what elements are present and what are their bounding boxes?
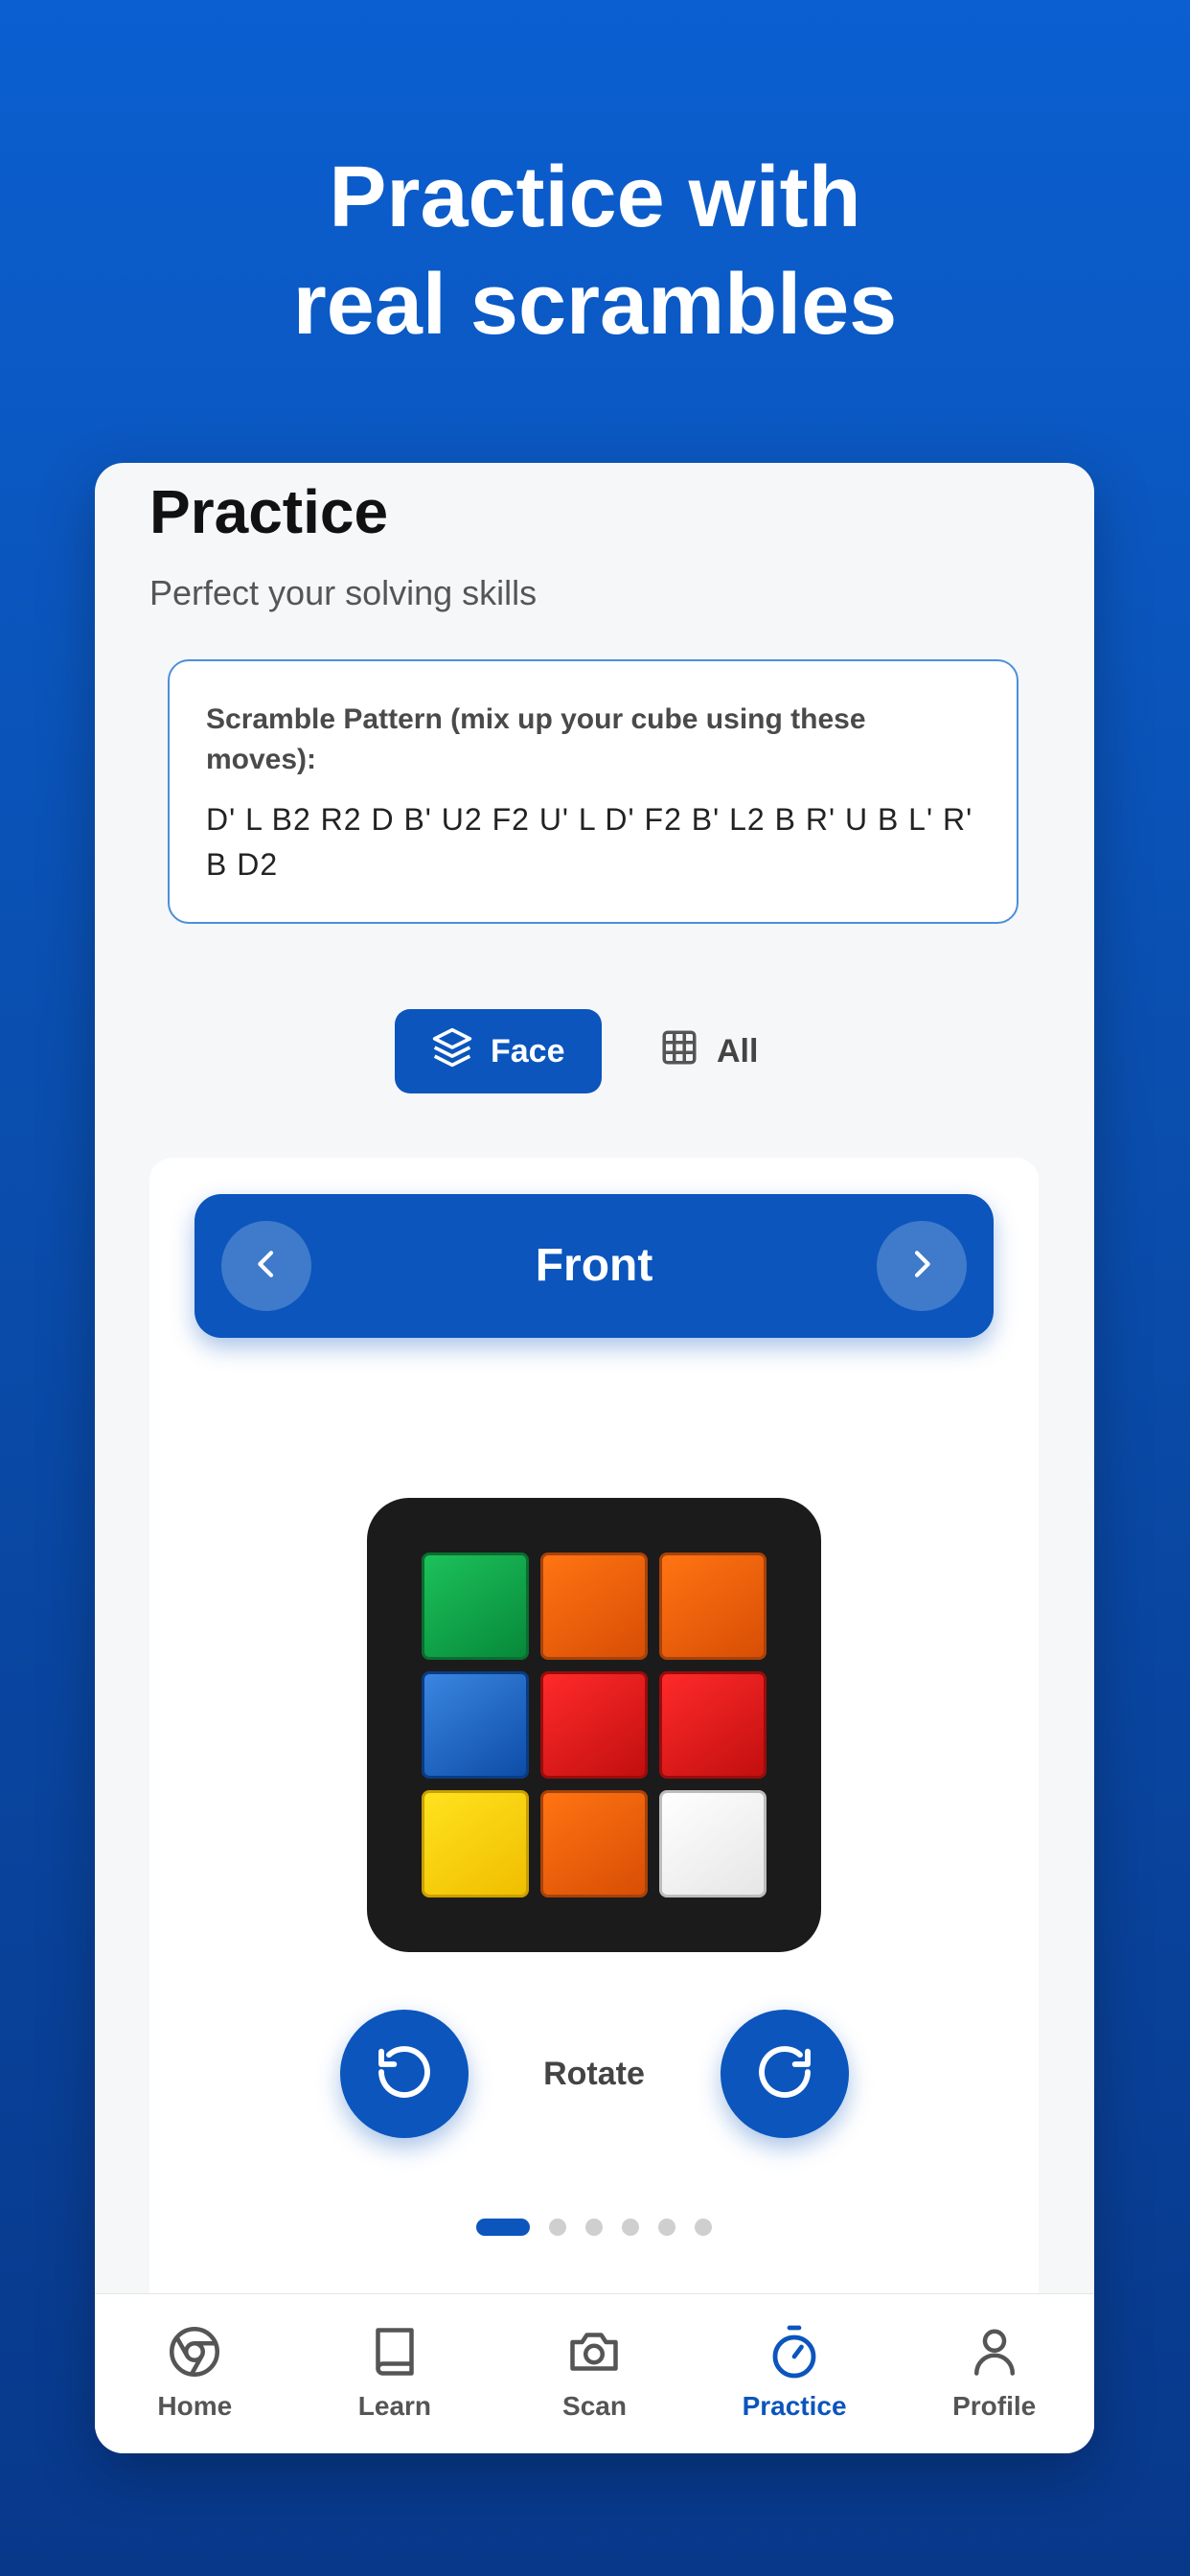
cube-sticker-orange[interactable] [540,1790,648,1898]
page-title: Practice [149,477,389,546]
chevron-right-icon [903,1245,941,1288]
face-header: Front [195,1194,994,1338]
page-subtitle: Perfect your solving skills [149,573,538,612]
headline-line-2: real scrambles [292,257,898,353]
grid-icon [659,1027,699,1076]
rotate-clockwise-button[interactable] [721,2010,849,2138]
all-view-button[interactable]: All [640,1009,777,1093]
cube-sticker-red[interactable] [659,1671,767,1779]
rotate-label: Rotate [543,2056,645,2092]
next-face-button[interactable] [877,1221,967,1311]
timer-icon [766,2323,823,2385]
page-dot[interactable] [695,2219,712,2236]
view-toggle: Face All [395,1009,777,1093]
cube-sticker-white[interactable] [659,1790,767,1898]
tab-learn[interactable]: Learn [295,2294,495,2453]
cube-face[interactable] [367,1498,821,1952]
headline: Practice with real scrambles [0,144,1190,358]
cube-sticker-blue[interactable] [422,1671,529,1779]
scramble-moves: D' L B2 R2 D B' U2 F2 U' L D' F2 B' L2 B… [206,802,973,882]
tab-bar: Home Learn Scan Practice Profile [95,2293,1094,2453]
scramble-card: Scramble Pattern (mix up your cube using… [168,659,1018,924]
tab-scan-label: Scan [562,2391,627,2421]
cube-sticker-red[interactable] [540,1671,648,1779]
page-indicator [149,2219,1039,2236]
cube-sticker-orange[interactable] [659,1552,767,1660]
face-view-button[interactable]: Face [395,1009,602,1093]
page-dot[interactable] [622,2219,639,2236]
tab-scan[interactable]: Scan [494,2294,695,2453]
face-view-label: Face [491,1032,565,1070]
page-dot[interactable] [585,2219,603,2236]
page-dot[interactable] [549,2219,566,2236]
headline-line-1: Practice with [329,150,861,245]
face-title: Front [535,1240,653,1291]
tab-profile-label: Profile [952,2391,1037,2421]
chevron-left-icon [247,1245,286,1288]
chrome-icon [166,2323,223,2385]
tab-home-label: Home [157,2391,233,2421]
all-view-label: All [717,1032,759,1070]
rotate-cw-icon [754,2041,815,2107]
layers-icon [431,1026,473,1077]
rotate-controls: Rotate [149,2010,1039,2138]
rotate-ccw-icon [374,2041,435,2107]
tab-practice[interactable]: Practice [695,2294,895,2453]
cube-sticker-green[interactable] [422,1552,529,1660]
previous-face-button[interactable] [221,1221,311,1311]
page-dot[interactable] [658,2219,675,2236]
page-dot[interactable] [476,2219,530,2236]
camera-icon [565,2323,623,2385]
rotate-counterclockwise-button[interactable] [340,2010,469,2138]
scramble-label: Scramble Pattern (mix up your cube using… [206,703,866,775]
tab-home[interactable]: Home [95,2294,295,2453]
cube-panel: Front Rotate [149,1158,1039,2453]
phone-screen: Practice Perfect your solving skills Scr… [95,463,1094,2453]
tab-learn-label: Learn [357,2391,432,2421]
cube-sticker-orange[interactable] [540,1552,648,1660]
book-icon [366,2323,423,2385]
user-icon [966,2323,1023,2385]
tab-profile[interactable]: Profile [894,2294,1094,2453]
tab-practice-label: Practice [742,2391,847,2421]
cube-sticker-yellow[interactable] [422,1790,529,1898]
